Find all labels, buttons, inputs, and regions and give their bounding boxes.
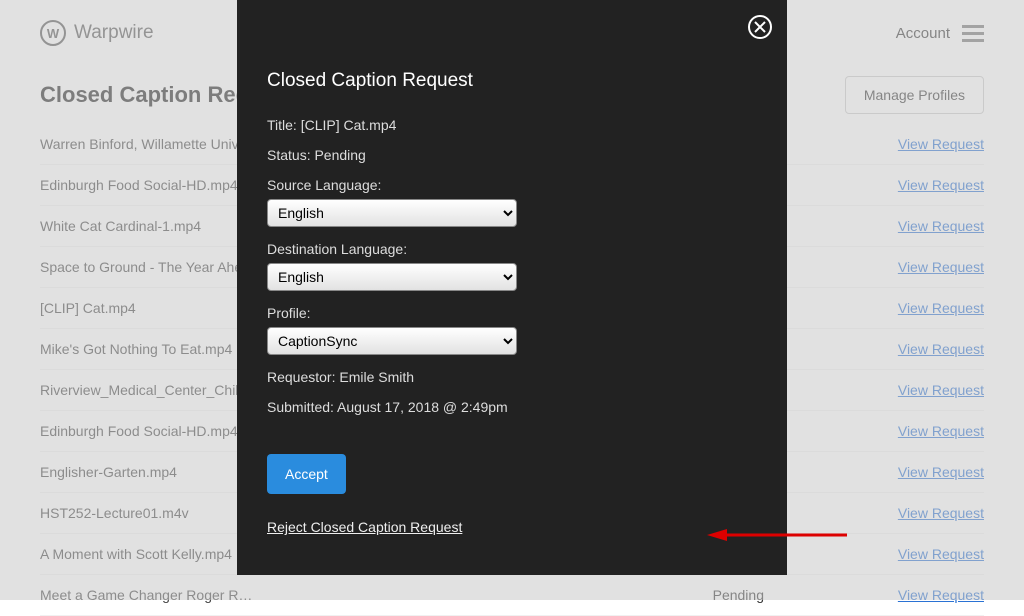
requestor-line: Requestor: Emile Smith bbox=[267, 369, 757, 385]
modal-title-line: Title: [CLIP] Cat.mp4 bbox=[267, 117, 757, 133]
destination-language-label: Destination Language: bbox=[267, 241, 757, 257]
modal-status-line: Status: Pending bbox=[267, 147, 757, 163]
modal-heading: Closed Caption Request bbox=[267, 70, 757, 92]
source-language-select[interactable]: English bbox=[267, 199, 517, 227]
source-language-label: Source Language: bbox=[267, 177, 757, 193]
reject-link[interactable]: Reject Closed Caption Request bbox=[267, 519, 462, 535]
profile-label: Profile: bbox=[267, 305, 757, 321]
profile-select[interactable]: CaptionSync bbox=[267, 327, 517, 355]
close-button[interactable] bbox=[747, 14, 773, 40]
annotation-arrow bbox=[707, 528, 847, 542]
submitted-line: Submitted: August 17, 2018 @ 2:49pm bbox=[267, 399, 757, 415]
caption-request-modal: Closed Caption Request Title: [CLIP] Cat… bbox=[237, 0, 787, 575]
accept-button[interactable]: Accept bbox=[267, 454, 346, 494]
destination-language-select[interactable]: English bbox=[267, 263, 517, 291]
